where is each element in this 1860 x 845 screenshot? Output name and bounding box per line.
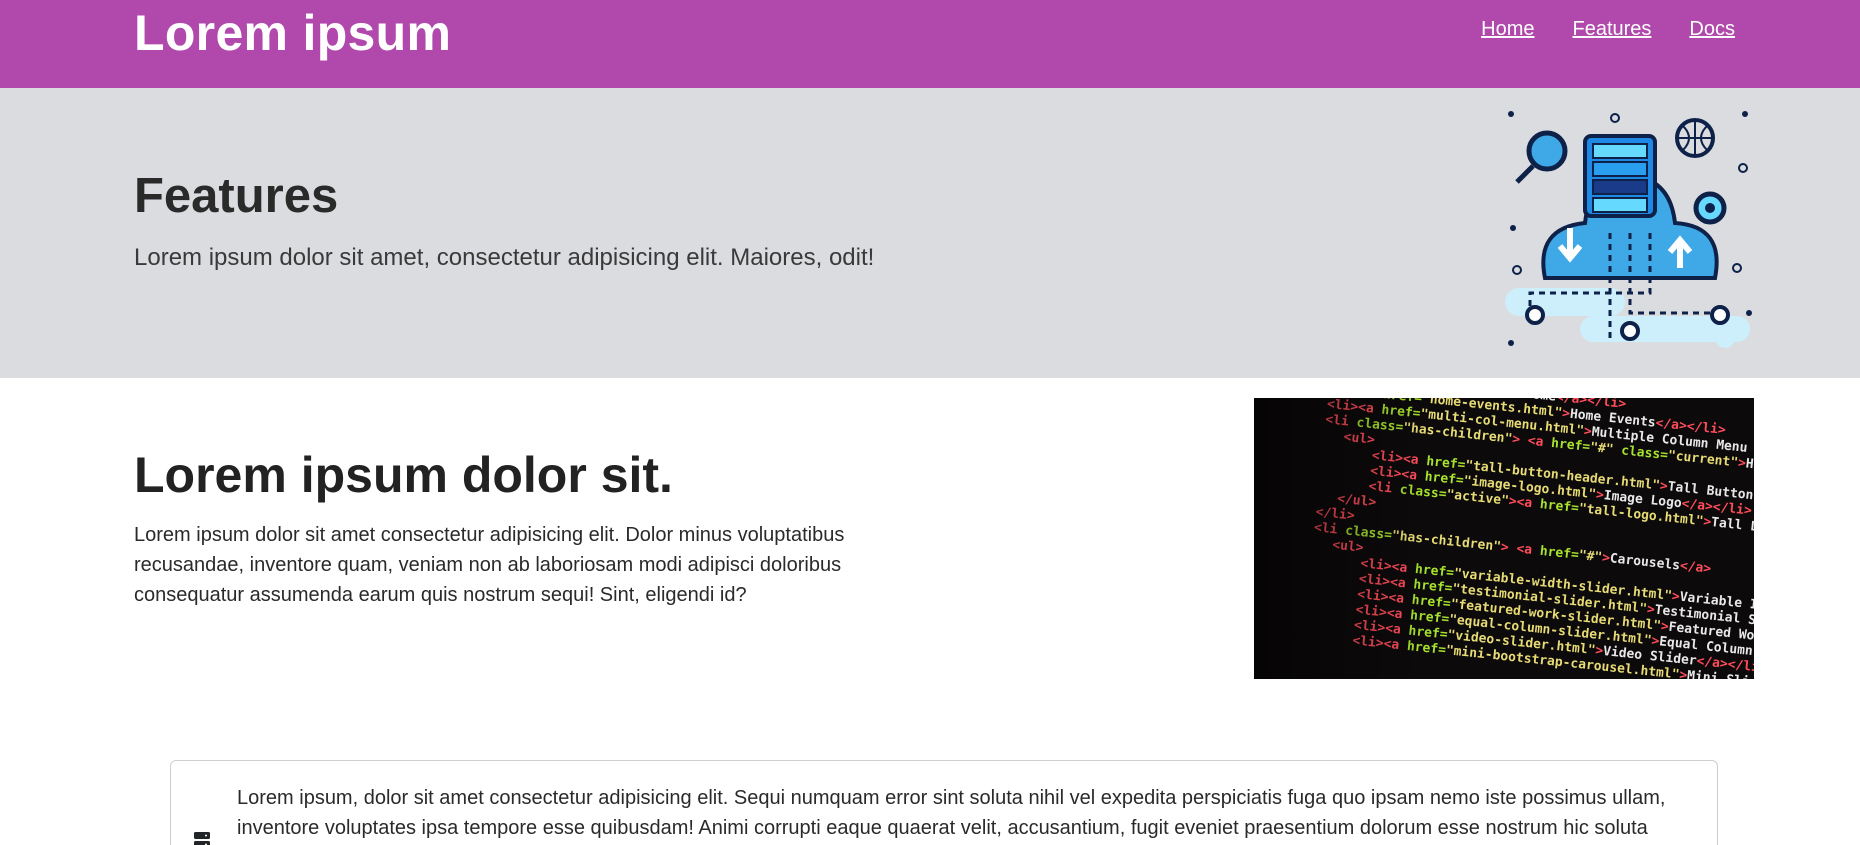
- hero-title: Features: [134, 169, 339, 223]
- brand-logo[interactable]: Lorem ipsum: [134, 4, 451, 62]
- feature-card: Lorem ipsum, dolor sit amet consectetur …: [170, 760, 1718, 845]
- nav-link-features[interactable]: Features: [1572, 18, 1651, 41]
- server-icon: [194, 832, 210, 845]
- hero-subtitle: Lorem ipsum dolor sit amet, consectetur …: [134, 244, 875, 271]
- card-text: Lorem ipsum, dolor sit amet consectetur …: [237, 787, 1666, 839]
- nav-links: Home Features Docs: [1481, 18, 1735, 41]
- section-body: Lorem ipsum dolor sit amet consectetur a…: [134, 524, 845, 606]
- code-screenshot-image: <li><a href="index.html">Home</a></li><l…: [1254, 398, 1754, 679]
- section-heading: Lorem ipsum dolor sit.: [134, 447, 673, 503]
- navbar: Lorem ipsum Home Features Docs: [0, 0, 1860, 88]
- content-section: Lorem ipsum dolor sit. Lorem ipsum dolor…: [0, 378, 1860, 845]
- nav-link-home[interactable]: Home: [1481, 18, 1534, 41]
- nav-link-docs[interactable]: Docs: [1689, 18, 1735, 41]
- hero-section: Features Lorem ipsum dolor sit amet, con…: [0, 88, 1860, 378]
- cloud-server-illustration: [1505, 111, 1752, 348]
- code-lines: <li><a href="index.html">Home</a></li><l…: [1254, 398, 1754, 679]
